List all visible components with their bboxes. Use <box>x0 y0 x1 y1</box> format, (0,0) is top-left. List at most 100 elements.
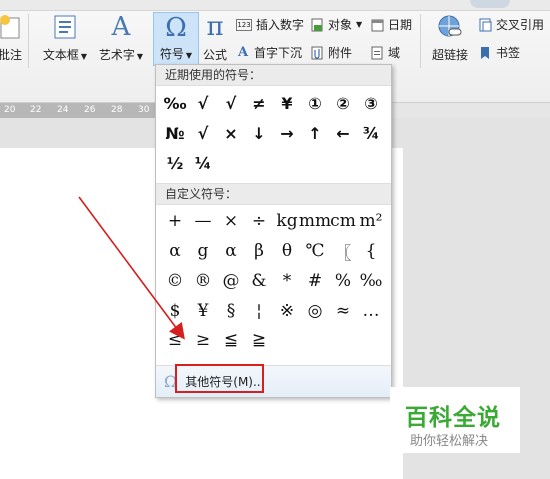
symbol-cell[interactable]: ← <box>329 118 357 148</box>
symbol-cell[interactable]: © <box>161 266 189 296</box>
symbol-cell[interactable]: √ <box>217 88 245 118</box>
insert-number-button[interactable]: 123 插入数字 <box>236 16 304 33</box>
chevron-down-icon: ▼ <box>80 52 88 61</box>
hyperlink-label: 超链接 <box>431 48 468 62</box>
symbol-cell[interactable]: θ <box>273 236 301 266</box>
symbol-cell[interactable]: ① <box>301 88 329 118</box>
field-icon <box>370 46 384 60</box>
symbol-cell[interactable]: ≈ <box>329 296 357 326</box>
object-button[interactable]: 对象 ▼ <box>310 16 362 33</box>
symbol-cell[interactable]: ≧ <box>245 326 273 354</box>
calendar-icon <box>370 18 384 32</box>
attachment-label: 附件 <box>328 46 353 60</box>
symbol-cell[interactable]: ¾ <box>357 118 385 148</box>
symbol-cell[interactable]: ≠ <box>245 88 273 118</box>
symbol-cell[interactable]: g <box>189 236 217 266</box>
symbol-cell[interactable]: … <box>357 296 385 326</box>
custom-symbols-grid: + — × ÷ kg mm cm m² α g α β θ ℃ 〖 { © ® … <box>156 205 391 354</box>
symbol-cell[interactable]: ③ <box>357 88 385 118</box>
field-button[interactable]: 域 <box>370 44 400 61</box>
wordart-button[interactable]: A 艺术字 ▼ <box>96 12 146 63</box>
formula-label: 公式 <box>202 48 227 62</box>
symbol-cell[interactable]: $ <box>161 296 189 326</box>
symbol-cell[interactable]: ‰ <box>161 88 189 118</box>
ruler-tick-label: 30 <box>138 105 150 115</box>
comment-button[interactable]: 批注 <box>0 12 24 63</box>
symbol-cell[interactable]: ℃ <box>301 236 329 266</box>
symbol-cell[interactable]: ↓ <box>245 118 273 148</box>
date-button[interactable]: 日期 <box>370 16 412 33</box>
symbol-cell[interactable]: ↑ <box>301 118 329 148</box>
insert-number-label: 插入数字 <box>256 18 305 32</box>
symbol-cell[interactable]: ÷ <box>245 206 273 236</box>
symbol-cell[interactable]: √ <box>189 88 217 118</box>
textbox-button[interactable]: 文本框 ▼ <box>40 12 90 63</box>
symbol-cell[interactable]: ≦ <box>217 326 245 354</box>
symbol-cell[interactable]: ‰ <box>357 266 385 296</box>
cross-reference-button[interactable]: 交叉引用 <box>478 16 544 33</box>
symbol-cell[interactable]: ® <box>189 266 217 296</box>
symbol-cell[interactable]: № <box>161 118 189 148</box>
symbol-cell[interactable]: ¥ <box>273 88 301 118</box>
number-icon: 123 <box>236 18 252 31</box>
symbol-cell[interactable]: β <box>245 236 273 266</box>
symbol-cell[interactable]: ≥ <box>189 326 217 354</box>
symbol-cell[interactable]: × <box>217 118 245 148</box>
symbol-cell[interactable]: → <box>273 118 301 148</box>
tab-strip <box>0 0 550 11</box>
symbol-cell[interactable]: ¼ <box>189 148 217 178</box>
watermark-title: 百科全说 <box>405 405 501 431</box>
watermark-subtitle: 助你轻松解决 <box>410 434 489 449</box>
highlight-box <box>175 364 264 393</box>
symbol-label: 符号 <box>159 47 184 61</box>
symbol-cell[interactable]: ¥ <box>189 296 217 326</box>
symbol-cell[interactable]: α <box>217 236 245 266</box>
wordart-icon: A <box>111 12 131 42</box>
textbox-label: 文本框 <box>42 48 79 62</box>
attachment-button[interactable]: 附件 <box>310 44 352 61</box>
symbol-button[interactable]: Ω 符号 ▼ <box>153 12 199 66</box>
drop-cap-icon: A <box>237 45 249 60</box>
symbol-cell[interactable]: α <box>161 236 189 266</box>
symbol-cell[interactable]: % <box>329 266 357 296</box>
hyperlink-button[interactable]: 超链接 <box>430 12 470 63</box>
chevron-down-icon: ▼ <box>185 51 193 60</box>
symbol-cell[interactable]: 〖 <box>329 236 357 266</box>
symbol-cell[interactable]: × <box>217 206 245 236</box>
formula-button[interactable]: π 公式 <box>200 12 230 63</box>
cross-reference-icon <box>478 18 492 32</box>
symbol-cell[interactable]: # <box>301 266 329 296</box>
bookmark-button[interactable]: 书签 <box>478 44 520 61</box>
ruler-tick-label: 28 <box>111 105 123 115</box>
omega-icon: Ω <box>165 13 187 43</box>
symbol-cell[interactable]: √ <box>189 118 217 148</box>
ruler-tick-label: 20 <box>4 105 16 115</box>
symbol-cell[interactable]: { <box>357 236 385 266</box>
account-area[interactable] <box>470 0 510 8</box>
symbol-cell[interactable]: mm <box>299 206 331 236</box>
symbol-cell[interactable]: * <box>273 266 301 296</box>
symbol-cell[interactable]: ② <box>329 88 357 118</box>
wordart-label: 艺术字 <box>98 48 135 62</box>
symbol-dropdown-menu: 近期使用的符号： ‰ √ √ ≠ ¥ ① ② ③ № √ × ↓ → ↑ ← ¾… <box>155 64 392 398</box>
symbol-cell[interactable]: @ <box>217 266 245 296</box>
symbol-cell[interactable]: ◎ <box>301 296 329 326</box>
symbol-cell[interactable]: ¦ <box>245 296 273 326</box>
symbol-cell[interactable]: § <box>217 296 245 326</box>
object-label: 对象 <box>328 18 353 32</box>
chevron-down-icon: ▼ <box>356 20 363 29</box>
bookmark-icon <box>478 46 492 60</box>
drop-cap-label: 首字下沉 <box>254 46 303 60</box>
symbol-cell[interactable]: + <box>161 206 189 236</box>
symbol-cell[interactable]: cm <box>329 206 357 236</box>
symbol-cell[interactable]: — <box>189 206 217 236</box>
symbol-cell[interactable]: & <box>245 266 273 296</box>
symbol-cell[interactable]: kg <box>273 206 301 236</box>
comment-label: 批注 <box>0 48 22 62</box>
drop-cap-button[interactable]: A 首字下沉 <box>236 44 302 61</box>
symbol-cell[interactable]: m² <box>357 206 385 236</box>
comment-icon <box>0 12 24 42</box>
symbol-cell[interactable]: ≤ <box>161 326 189 354</box>
symbol-cell[interactable]: ※ <box>273 296 301 326</box>
symbol-cell[interactable]: ½ <box>161 148 189 178</box>
